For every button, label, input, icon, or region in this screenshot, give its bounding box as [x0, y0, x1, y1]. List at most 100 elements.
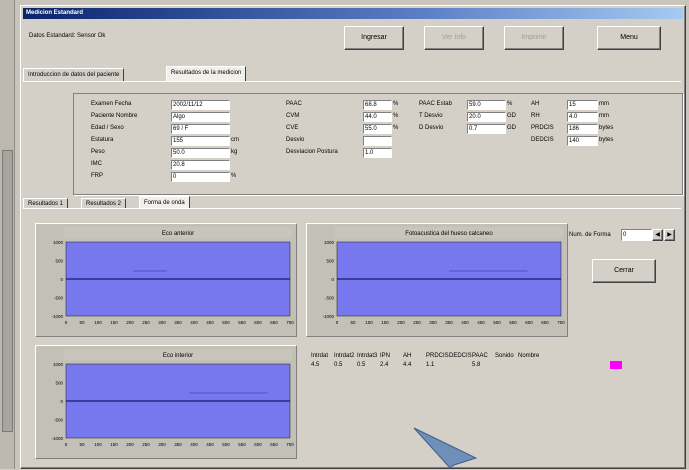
- y-tick-label: -500: [54, 296, 64, 301]
- result-unit: bytes: [599, 137, 614, 143]
- table-header: DEDCIS: [449, 353, 472, 359]
- tab-resultados[interactable]: Resultados de la medicion: [166, 66, 247, 82]
- result-label: AH: [531, 101, 540, 107]
- y-tick-label: -1000: [51, 436, 63, 441]
- result-label: CVE: [286, 125, 299, 131]
- result-value-field: 2002/11/12: [171, 100, 230, 110]
- result-value-field: 0: [171, 172, 230, 182]
- result-value-field: 69 / F: [171, 124, 230, 134]
- window-titlebar[interactable]: Medicion Estandard: [23, 8, 683, 19]
- x-tick-label: 650: [541, 320, 549, 325]
- result-label: Edad / Sexo: [91, 125, 124, 131]
- chart-title: Fotoacustica del hueso calcaneo: [405, 231, 493, 237]
- y-tick-label: 500: [326, 259, 334, 264]
- x-tick-label: 500: [222, 442, 230, 447]
- result-label: IMC: [91, 161, 102, 167]
- result-value-field: 15: [567, 100, 598, 110]
- x-tick-label: 0: [336, 320, 339, 325]
- table-cell: 5.8: [472, 362, 481, 368]
- result-unit: %: [393, 125, 399, 131]
- x-tick-label: 450: [477, 320, 485, 325]
- forma-next-button[interactable]: ▶: [664, 229, 675, 241]
- x-tick-label: 300: [158, 320, 166, 325]
- x-tick-label: 150: [381, 320, 389, 325]
- result-value-field: 55.0: [363, 124, 392, 134]
- table-header: IPN: [380, 353, 391, 359]
- result-unit: %: [393, 101, 399, 107]
- y-tick-label: 0: [331, 277, 334, 282]
- result-unit: mm: [599, 113, 609, 119]
- x-tick-label: 700: [286, 320, 294, 325]
- x-tick-label: 200: [397, 320, 405, 325]
- result-label: FRP: [91, 173, 103, 179]
- chart-fotoacustica: Fotoacustica del hueso calcaneo 1000 500 0-…: [306, 223, 568, 337]
- x-tick-label: 350: [174, 442, 182, 447]
- x-tick-label: 250: [142, 442, 150, 447]
- result-unit: cm: [231, 137, 239, 143]
- table-header: Sonido: [495, 353, 514, 359]
- x-tick-label: 100: [94, 320, 102, 325]
- result-value-field: 140: [567, 136, 598, 146]
- result-label: Peso: [91, 149, 105, 155]
- x-tick-label: 150: [110, 320, 118, 325]
- cerrar-button[interactable]: Cerrar: [592, 259, 656, 283]
- result-unit: bytes: [599, 125, 614, 131]
- x-tick-label: 450: [206, 320, 214, 325]
- result-value-field: 20.8: [171, 160, 230, 170]
- result-unit: %: [393, 113, 399, 119]
- y-tick-label: -1000: [51, 314, 63, 319]
- result-label: PAAC Estab: [419, 101, 452, 107]
- result-label: CVM: [286, 113, 300, 119]
- x-tick-label: 700: [286, 442, 294, 447]
- x-tick-label: 550: [238, 442, 246, 447]
- forma-input[interactable]: 0: [621, 229, 652, 241]
- table-cell: 0.5: [357, 362, 366, 368]
- x-tick-label: 0: [65, 320, 68, 325]
- result-label: Desviacion Postura: [286, 149, 338, 155]
- menu-button[interactable]: Menu: [597, 26, 661, 50]
- x-tick-label: 400: [190, 442, 198, 447]
- result-value-field: 4.0: [567, 112, 598, 122]
- result-label: PRDCIS: [531, 125, 554, 131]
- result-value-field: 0.7: [467, 124, 506, 134]
- chart-eco-anterior: Eco anterior 1000 500 0 -500 -1000 0 50 100 150 20…: [35, 223, 297, 337]
- y-tick-label: -1000: [322, 314, 334, 319]
- table-cell: 4.5: [311, 362, 320, 368]
- table-header: Nombre: [518, 353, 540, 359]
- y-tick-label: 0: [60, 277, 63, 282]
- background-window-edge: [0, 0, 15, 469]
- table-header: AH: [403, 353, 412, 359]
- subtab-divider: [23, 208, 681, 209]
- result-unit: GD: [507, 125, 516, 131]
- ingresar-button[interactable]: Ingresar: [344, 26, 404, 50]
- result-value-field: 20.0: [467, 112, 506, 122]
- result-label: Paciente Nombre: [91, 113, 138, 119]
- result-unit: GD: [507, 113, 516, 119]
- tab-introduccion[interactable]: Introduccion de datos del paciente: [23, 68, 125, 82]
- x-tick-label: 100: [94, 442, 102, 447]
- result-label: Desvio: [286, 137, 305, 143]
- y-tick-label: 1000: [324, 240, 335, 245]
- x-tick-label: 650: [270, 442, 278, 447]
- imprimir-button[interactable]: Imprimir: [504, 26, 564, 50]
- x-tick-label: 550: [238, 320, 246, 325]
- x-tick-label: 200: [126, 320, 134, 325]
- table-header: Intrdat: [311, 353, 329, 359]
- result-label: D Desvio: [419, 125, 444, 131]
- result-label: Examen Fecha: [91, 101, 132, 107]
- y-tick-label: 1000: [53, 362, 64, 367]
- sonido-indicator: [610, 361, 622, 369]
- y-tick-label: -500: [325, 296, 335, 301]
- y-tick-label: 1000: [53, 240, 64, 245]
- forma-prev-button[interactable]: ◀: [652, 229, 663, 241]
- ver-info-button[interactable]: Ver Info: [424, 26, 484, 50]
- result-label: Estatura: [91, 137, 114, 143]
- result-unit: kg: [231, 149, 238, 155]
- y-tick-label: 0: [60, 399, 63, 404]
- x-tick-label: 150: [110, 442, 118, 447]
- chart-title: Eco anterior: [162, 231, 194, 237]
- x-tick-label: 350: [174, 320, 182, 325]
- x-tick-label: 300: [429, 320, 437, 325]
- x-tick-label: 300: [158, 442, 166, 447]
- result-value-field: Algo: [171, 112, 230, 122]
